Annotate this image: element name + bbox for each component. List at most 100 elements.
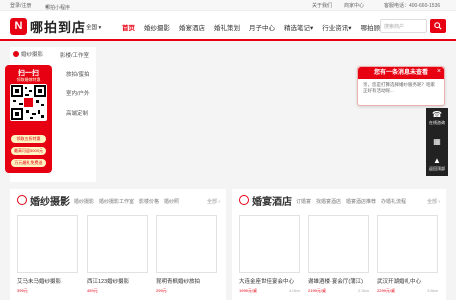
qr-code-icon: [11, 85, 46, 120]
merchant-card[interactable]: 谢雄酒楼·宴会厅(蒲江) 2199元/桌 2.3km: [308, 215, 369, 294]
popup-message: 亲，您是打算选择婚纱服务呢？咱家正好有活动呢...: [363, 82, 435, 93]
tab-link[interactable]: 影楼价格: [139, 199, 159, 205]
qr-code-icon: ▦: [433, 137, 441, 146]
nav-wedding-photo[interactable]: 婚纱摄影: [144, 22, 170, 32]
main-nav: 首页 婚纱摄影 婚宴酒店 婚礼策划 月子中心 精选笔记▾ 行业资讯▾ 哪拍顾问: [122, 22, 396, 32]
section-tabs: 婚纱摄影 婚纱摄影工作室 影楼价格 婚纱照: [74, 198, 184, 205]
card-meta: 2199元/桌 2.3km: [308, 288, 369, 294]
perk-discount: 领取五折特惠: [11, 135, 46, 143]
section-tabs: 订婚宴 找婚宴酒店 婚宴酒店推荐 办婚礼流程: [296, 198, 411, 205]
nav-notes-label: 精选笔记: [284, 25, 310, 32]
tab-link[interactable]: 婚纱摄影工作室: [99, 199, 134, 205]
popup-title: 您有一条消息未查看: [358, 67, 444, 79]
card-price: 2299元/桌: [377, 288, 396, 293]
chevron-down-icon: ▾: [348, 25, 352, 32]
qr-promo-panel: 扫一扫 领取婚嫁特惠 领取五折特惠 最高可返5000元 万元婚礼免费送: [5, 65, 52, 173]
perk-cashback: 最高可返5000元: [11, 147, 46, 155]
hotel-icon: [239, 195, 249, 205]
search-input[interactable]: 搜索商户: [380, 19, 427, 33]
card-image: [308, 215, 369, 273]
camera-icon: [17, 195, 27, 205]
nav-home[interactable]: 首页: [122, 22, 135, 32]
card-image: [87, 215, 148, 273]
card-meta: 399元: [17, 288, 78, 294]
submenu-studio[interactable]: 影楼/工作室: [60, 51, 89, 59]
online-consult-button[interactable]: ☎ 在线咨询: [426, 108, 448, 129]
about-link[interactable]: 关于我们: [312, 2, 332, 9]
submenu-custom[interactable]: 高端定制: [66, 109, 88, 117]
city-selector[interactable]: 全国 ▾: [86, 23, 101, 31]
arrow-up-icon: ▲: [433, 156, 441, 165]
card-name: 昆明青枫婚纱旅拍: [156, 279, 201, 285]
card-name: 武汉开湖婚礼中心: [377, 279, 422, 285]
search-button[interactable]: [430, 19, 446, 33]
section-banquet-hotel: 婚宴酒店 订婚宴 找婚宴酒店 婚宴酒店推荐 办婚礼流程 全部 › 大连金座世佳宴会中心…: [232, 189, 446, 300]
chevron-down-icon: ▾: [310, 25, 314, 32]
category-wedding-photo[interactable]: 婚纱摄影: [10, 47, 56, 60]
nav-confinement-center[interactable]: 月子中心: [249, 22, 275, 32]
close-icon[interactable]: ×: [437, 68, 441, 75]
tool-label: 返回顶部: [429, 166, 445, 171]
submenu-indoor-outdoor[interactable]: 室内/户外: [66, 89, 90, 97]
tab-link[interactable]: 办婚礼流程: [381, 199, 406, 205]
merchant-link[interactable]: 商家中心: [344, 2, 364, 9]
submenu-travel[interactable]: 旅拍/蜜拍: [66, 70, 90, 78]
more-link[interactable]: 全部 ›: [427, 198, 440, 205]
qr-code-button[interactable]: ▦: [426, 131, 448, 152]
main-header: N 哪拍到店 全国 ▾ 首页 婚纱摄影 婚宴酒店 婚礼策划 月子中心 精选笔记▾…: [0, 11, 456, 41]
card-meta: 2299元/桌 3.8km: [377, 288, 438, 294]
card-price: 399元: [17, 288, 28, 293]
city-label: 全国: [86, 25, 98, 31]
message-popup[interactable]: 您有一条消息未查看 × 亲，您是打算选择婚纱服务呢？咱家正好有活动呢...: [357, 66, 445, 106]
card-name: 谢雄酒楼·宴会厅(蒲江): [308, 279, 363, 285]
tab-link[interactable]: 订婚宴: [296, 199, 311, 205]
card-name: 大连金座世佳宴会中心: [239, 279, 295, 285]
nav-notes[interactable]: 精选笔记▾: [284, 22, 313, 32]
site-logo[interactable]: N 哪拍到店: [10, 16, 86, 36]
chevron-down-icon: ▾: [98, 25, 102, 31]
tool-label: 在线咨询: [429, 120, 445, 125]
merchant-card[interactable]: 武汉开湖婚礼中心 2299元/桌 3.8km: [377, 215, 438, 294]
section-wedding-photo: 婚纱摄影 婚纱摄影 婚纱摄影工作室 影楼价格 婚纱照 全部 › 艾马未马婚纱摄影 39…: [10, 189, 226, 300]
card-price: 299元: [156, 288, 167, 293]
nav-news[interactable]: 行业资讯▾: [322, 22, 351, 32]
camera-icon: [13, 50, 19, 57]
nav-news-label: 行业资讯: [322, 25, 349, 32]
more-link[interactable]: 全部 ›: [207, 198, 220, 205]
nav-wedding-planning[interactable]: 婚礼策划: [214, 22, 240, 32]
card-distance: 4.0km: [289, 288, 300, 293]
logo-text: 哪拍到店: [30, 19, 87, 35]
merchant-card[interactable]: 西江123婚纱摄影 459元: [87, 215, 148, 294]
card-price: 1999元/桌: [239, 288, 258, 293]
category-label: 婚纱摄影: [21, 51, 44, 58]
card-distance: 3.8km: [427, 288, 438, 293]
card-image: [17, 215, 78, 273]
tab-link[interactable]: 婚纱摄影: [74, 199, 94, 205]
merchant-card[interactable]: 艾马未马婚纱摄影 399元: [17, 215, 78, 294]
merchant-card[interactable]: 大连金座世佳宴会中心 1999元/桌 4.0km: [239, 215, 300, 294]
card-meta: 299元: [156, 288, 217, 294]
card-meta: 459元: [87, 288, 148, 294]
card-image: [156, 215, 217, 273]
login-link[interactable]: 登录/注册: [10, 2, 31, 9]
card-distance: 2.3km: [358, 288, 369, 293]
tab-link[interactable]: 婚宴酒店推荐: [346, 199, 376, 205]
qr-subtitle: 领取婚嫁特惠: [16, 77, 41, 82]
card-image: [239, 215, 300, 273]
card-name: 艾马未马婚纱摄影: [17, 279, 62, 285]
hotline-text: 客服电话：400-660-1536: [384, 3, 441, 9]
top-utility-bar: 登录/注册 哪拍小程序 ▼ 关于我们 商家中心 客服电话：400-660-153…: [0, 0, 456, 11]
back-to-top-button[interactable]: ▲ 返回顶部: [426, 154, 448, 175]
logo-mark: N: [10, 17, 27, 35]
section-header: 婚宴酒店 订婚宴 找婚宴酒店 婚宴酒店推荐 办婚礼流程 全部 ›: [232, 189, 446, 211]
merchant-card[interactable]: 昆明青枫婚纱旅拍 299元: [156, 215, 217, 294]
nav-banquet-hotel[interactable]: 婚宴酒店: [179, 22, 205, 32]
tab-link[interactable]: 找婚宴酒店: [316, 199, 341, 205]
card-price: 2199元/桌: [308, 288, 327, 293]
chevron-down-icon: ▼: [45, 4, 49, 9]
tab-link[interactable]: 婚纱照: [164, 199, 179, 205]
section-title: 婚宴酒店: [252, 197, 292, 208]
card-image: [377, 215, 438, 273]
side-toolbar: ☎ 在线咨询 ▦ ▲ 返回顶部: [426, 108, 448, 176]
qr-code: [10, 84, 47, 121]
